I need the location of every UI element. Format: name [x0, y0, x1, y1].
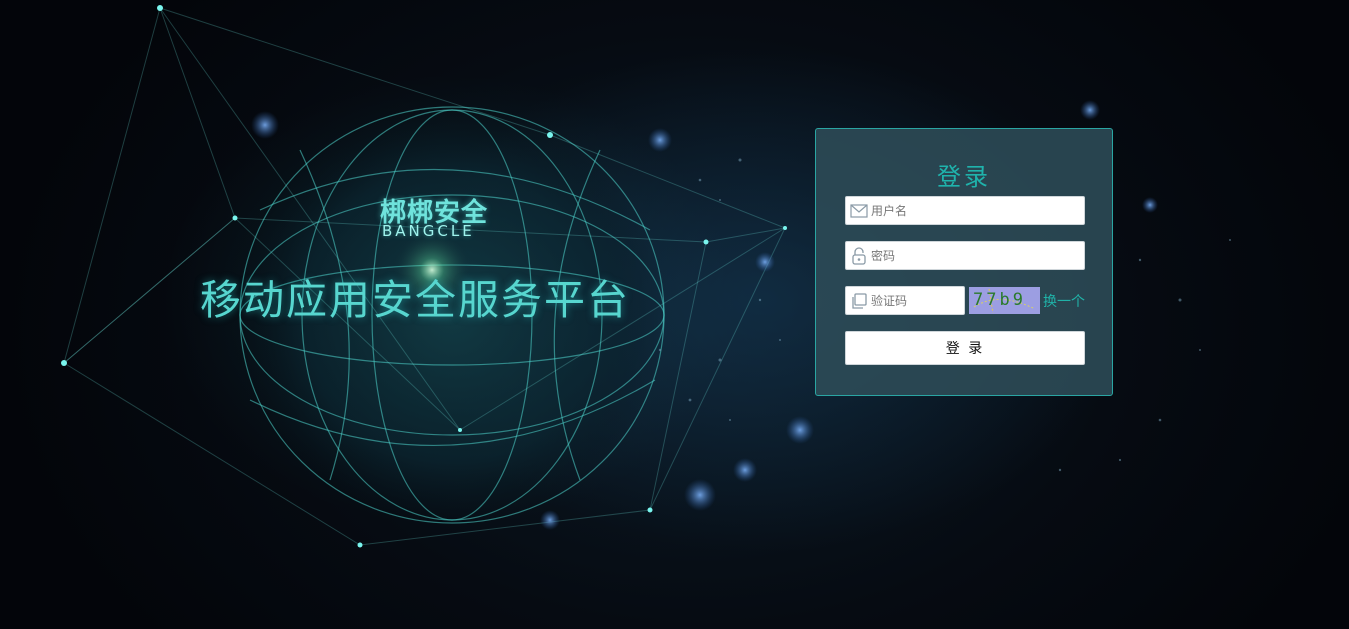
copy-icon [852, 293, 867, 309]
username-input[interactable] [871, 197, 1082, 224]
captcha-input[interactable] [871, 287, 962, 314]
captcha-text: 77b9 [973, 290, 1026, 310]
username-field [845, 196, 1085, 225]
login-panel: 登录 用户名 验证码 77b9 换一个 登 录 [815, 128, 1113, 396]
envelope-icon [850, 204, 868, 218]
login-button[interactable]: 登 录 [845, 331, 1085, 365]
platform-title: 移动应用安全服务平台 [200, 276, 630, 324]
brand-logo-en: BANGCLE [382, 222, 475, 240]
password-field [845, 241, 1085, 270]
login-title: 登录 [937, 163, 991, 191]
captcha-image[interactable]: 77b9 [969, 287, 1040, 314]
captcha-field [845, 286, 965, 315]
refresh-captcha-link[interactable]: 换一个 [1043, 291, 1085, 311]
lock-icon [852, 247, 866, 265]
login-page: 梆梆安全 BANGCLE 移动应用安全服务平台 登录 用户名 验证码 77b9 … [0, 0, 1349, 629]
password-input[interactable] [871, 242, 1082, 269]
